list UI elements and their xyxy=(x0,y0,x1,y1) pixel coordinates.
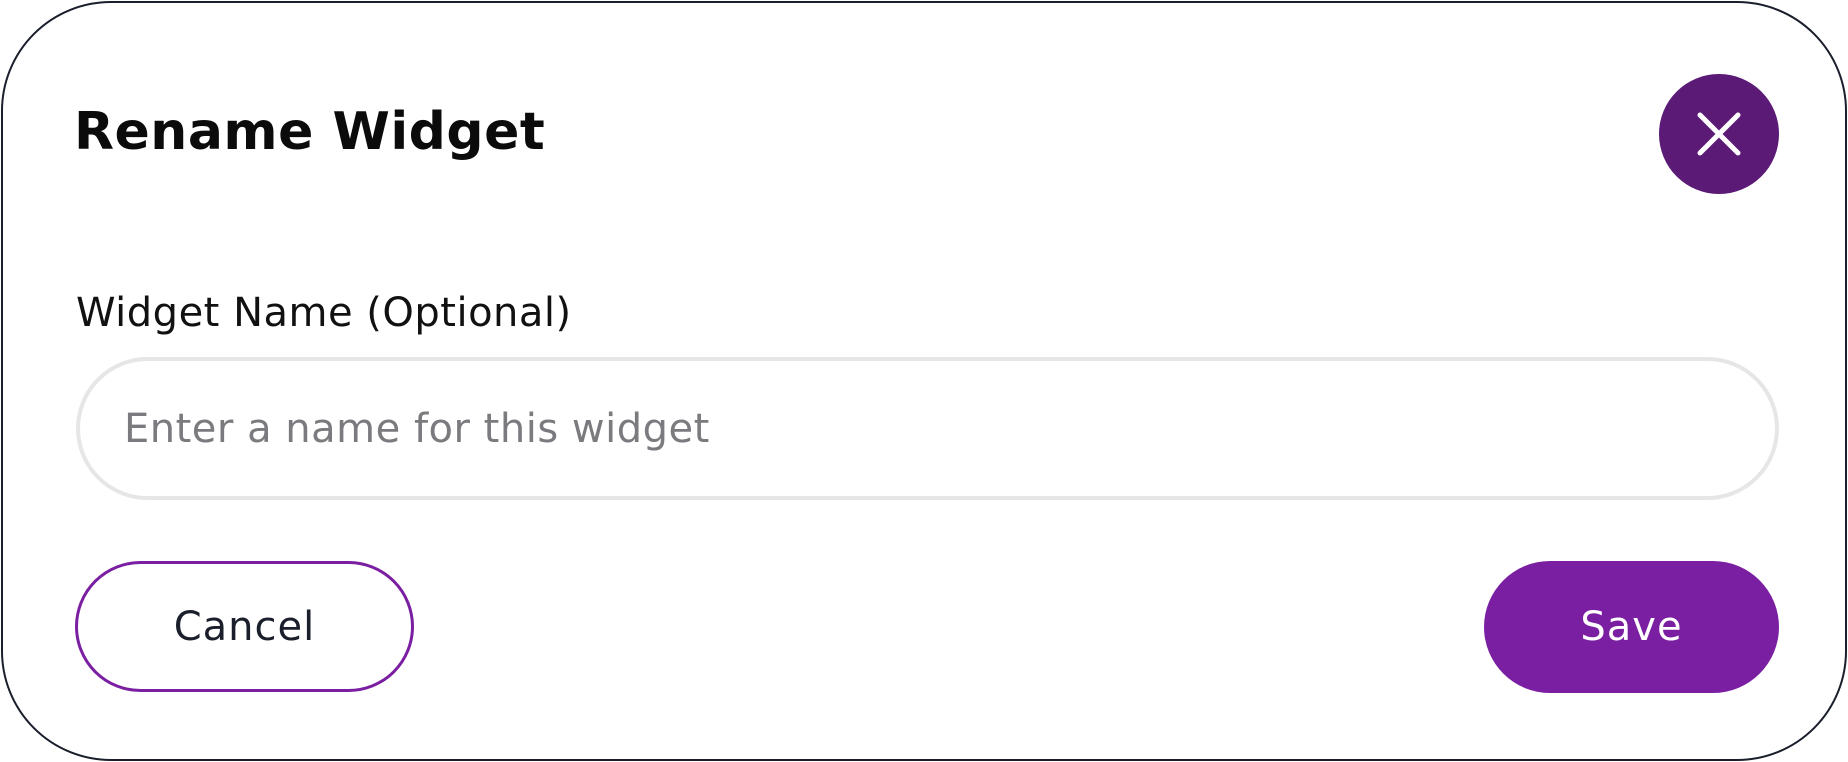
cancel-button[interactable]: Cancel xyxy=(75,561,414,692)
close-button[interactable] xyxy=(1659,74,1779,194)
rename-widget-dialog: Rename Widget Widget Name (Optional) Can… xyxy=(1,1,1847,761)
save-button[interactable]: Save xyxy=(1484,561,1779,693)
dialog-title: Rename Widget xyxy=(74,102,546,162)
widget-name-label: Widget Name (Optional) xyxy=(76,290,572,336)
widget-name-input[interactable] xyxy=(76,357,1779,500)
close-icon xyxy=(1696,111,1742,157)
